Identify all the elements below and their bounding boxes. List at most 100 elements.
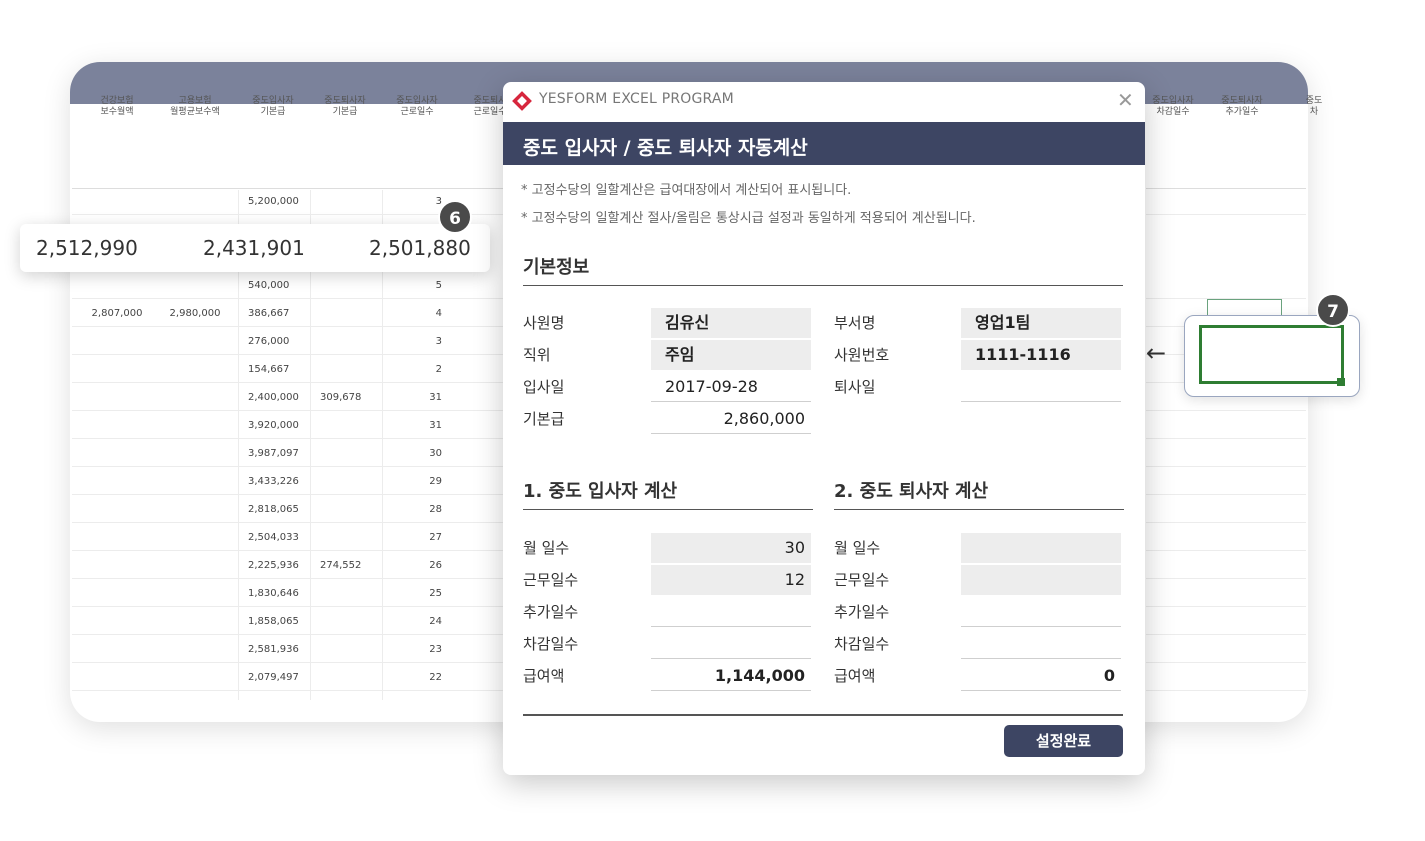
close-icon[interactable]: ✕ [1117,88,1134,112]
table-cell: 1,858,065 [248,616,299,627]
table-cell: 3,920,000 [248,420,299,431]
table-cell: 2,504,033 [248,532,299,543]
column-header: 건강보험 보수월액 [100,96,134,117]
table-cell: 2,818,065 [248,504,299,515]
header-divider [72,188,504,189]
table-cell: 28 [429,504,442,515]
dept-label: 부서명 [834,314,876,332]
column-header: 고용보험 월평균보수액 [170,96,220,117]
table-cell: 2,581,936 [248,644,299,655]
base-salary-label: 기본급 [523,410,565,428]
s1-month-days-label: 월 일수 [523,539,570,557]
emp-no-field[interactable]: 1111-1116 [961,340,1121,370]
table-cell: 1,830,646 [248,588,299,599]
selected-cell[interactable] [1199,325,1344,384]
s2-pay-label: 급여액 [834,667,876,685]
row-divider [72,326,504,327]
s2-add-days-field[interactable] [961,597,1121,627]
table-cell: 27 [429,532,442,543]
emp-no-label: 사원번호 [834,346,890,364]
dialog-header-bar: 중도 입사자 / 중도 퇴사자 자동계산 [503,122,1145,165]
table-cell: 3 [435,336,442,347]
name-field[interactable]: 김유신 [651,308,811,338]
name-label: 사원명 [523,314,565,332]
row-divider [72,494,504,495]
s2-work-days-field[interactable] [961,565,1121,595]
row-divider [1146,690,1306,691]
s1-add-days-field[interactable] [651,597,811,627]
settings-done-button[interactable]: 설정완료 [1004,725,1123,757]
row-divider [72,606,504,607]
table-cell: 309,678 [320,392,362,403]
auto-calc-dialog: YESFORM EXCEL PROGRAM ✕ 중도 입사자 / 중도 퇴사자 … [503,82,1145,775]
section2-divider [834,509,1124,510]
s2-work-days-label: 근무일수 [834,571,890,589]
table-cell: 24 [429,616,442,627]
row-divider [1146,466,1306,467]
s2-pay-field: 0 [961,661,1121,691]
note-2: * 고정수당의 일할계산 절사/올림은 통상시급 설정과 동일하게 적용되어 계… [521,211,976,226]
column-header: 중도 차 [1305,96,1323,117]
table-cell: 5 [435,280,442,291]
join-date-field[interactable]: 2017-09-28 [651,372,811,402]
table-cell: 2 [435,364,442,375]
strip-value-1: 2,512,990 [36,236,138,260]
table-cell: 3,433,226 [248,476,299,487]
table-cell: 30 [429,448,442,459]
column-header: 중도퇴사자 추가일수 [1221,96,1263,117]
table-cell: 274,552 [320,560,362,571]
s2-month-days-label: 월 일수 [834,539,881,557]
leave-date-field[interactable] [961,372,1121,402]
mini-sheet-tab [1207,299,1282,316]
row-divider [1146,634,1306,635]
table-cell: 2,980,000 [169,308,221,319]
basic-info-divider [523,285,1123,286]
fill-handle[interactable] [1337,378,1345,386]
row-divider [1146,438,1306,439]
arrow-left-icon: ← [1146,339,1167,367]
table-cell: 2,225,936 [248,560,299,571]
table-cell: 31 [429,420,442,431]
s1-work-days-field[interactable]: 12 [651,565,811,595]
s2-deduct-days-field[interactable] [961,629,1121,659]
table-cell: 25 [429,588,442,599]
leave-date-label: 퇴사일 [834,378,876,396]
column-header: 중도퇴사자 기본급 [324,96,366,117]
table-cell: 26 [429,560,442,571]
section2-title: 2. 중도 퇴사자 계산 [834,481,989,502]
row-divider [1146,550,1306,551]
section1-title: 1. 중도 입사자 계산 [523,481,678,502]
dept-field[interactable]: 영업1팀 [961,308,1121,338]
join-date-label: 입사일 [523,378,565,396]
row-divider [72,662,504,663]
s2-month-days-field[interactable] [961,533,1121,563]
row-divider [72,298,504,299]
table-cell: 4 [435,308,442,319]
row-divider [72,522,504,523]
s1-pay-field: 1,144,000 [651,661,811,691]
row-divider [72,410,504,411]
s1-month-days-field[interactable]: 30 [651,533,811,563]
table-cell: 23 [429,644,442,655]
header-divider [1146,188,1306,189]
column-header: 중도입사자 근로일수 [396,96,438,117]
base-salary-field[interactable]: 2,860,000 [651,404,811,434]
row-divider [1146,522,1306,523]
section1-divider [523,509,813,510]
s1-deduct-days-field[interactable] [651,629,811,659]
table-cell: 3,987,097 [248,448,299,459]
step-badge-7: 7 [1316,293,1350,327]
position-field[interactable]: 주임 [651,340,811,370]
row-divider [1146,494,1306,495]
row-divider [1146,578,1306,579]
footer-divider [523,714,1123,716]
table-cell: 22 [429,672,442,683]
column-header: 중도입사자 차감일수 [1152,96,1194,117]
s1-add-days-label: 추가일수 [523,603,579,621]
strip-value-3: 2,501,880 [369,236,471,260]
table-cell: 154,667 [248,364,290,375]
s1-deduct-days-label: 차감일수 [523,635,579,653]
table-cell: 2,079,497 [248,672,299,683]
app-title: YESFORM EXCEL PROGRAM [539,91,734,107]
highlight-strip: 2,512,990 2,431,901 2,501,880 [20,224,490,272]
